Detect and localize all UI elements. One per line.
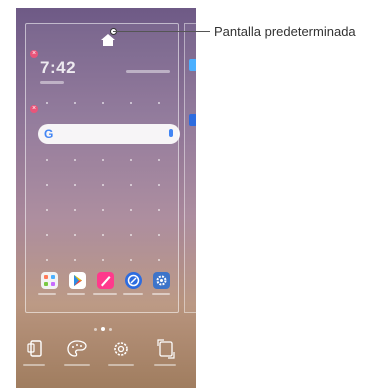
mic-icon[interactable] — [169, 129, 173, 137]
next-page-preview[interactable] — [184, 23, 196, 313]
home-screen-edit-view: × 7:42 × G — [16, 8, 196, 388]
callout-line — [113, 31, 210, 32]
play-store-icon[interactable] — [69, 272, 86, 289]
remove-widget-icon[interactable]: × — [30, 105, 38, 113]
button-label — [108, 364, 134, 366]
clock-date-line — [40, 81, 64, 84]
pen-icon[interactable] — [97, 272, 114, 289]
weather-line — [126, 70, 170, 73]
app-label — [93, 293, 117, 295]
home-settings-button[interactable] — [109, 338, 133, 360]
app-label — [67, 293, 85, 295]
app-label — [38, 293, 56, 295]
callout-label: Pantalla predeterminada — [214, 24, 356, 39]
remove-widget-icon[interactable]: × — [30, 50, 38, 58]
folder-icon[interactable] — [41, 272, 58, 289]
button-label — [64, 364, 90, 366]
app-icon — [189, 114, 196, 126]
home-icon[interactable] — [101, 34, 115, 46]
google-search-widget[interactable]: G — [38, 124, 180, 144]
clock-widget[interactable]: 7:42 — [40, 58, 76, 78]
settings-icon[interactable] — [153, 272, 170, 289]
google-icon: G — [44, 127, 54, 141]
app-label — [123, 293, 143, 295]
theme-button[interactable] — [65, 338, 89, 360]
widgets-button[interactable] — [24, 338, 48, 360]
home-page-preview[interactable]: × 7:42 × G — [25, 23, 180, 313]
wallpaper-button[interactable] — [154, 338, 178, 360]
app-label — [152, 293, 170, 295]
page-indicator — [92, 318, 114, 336]
app-icon — [189, 59, 196, 71]
browser-icon[interactable] — [125, 272, 142, 289]
button-label — [154, 364, 176, 366]
button-label — [23, 364, 45, 366]
